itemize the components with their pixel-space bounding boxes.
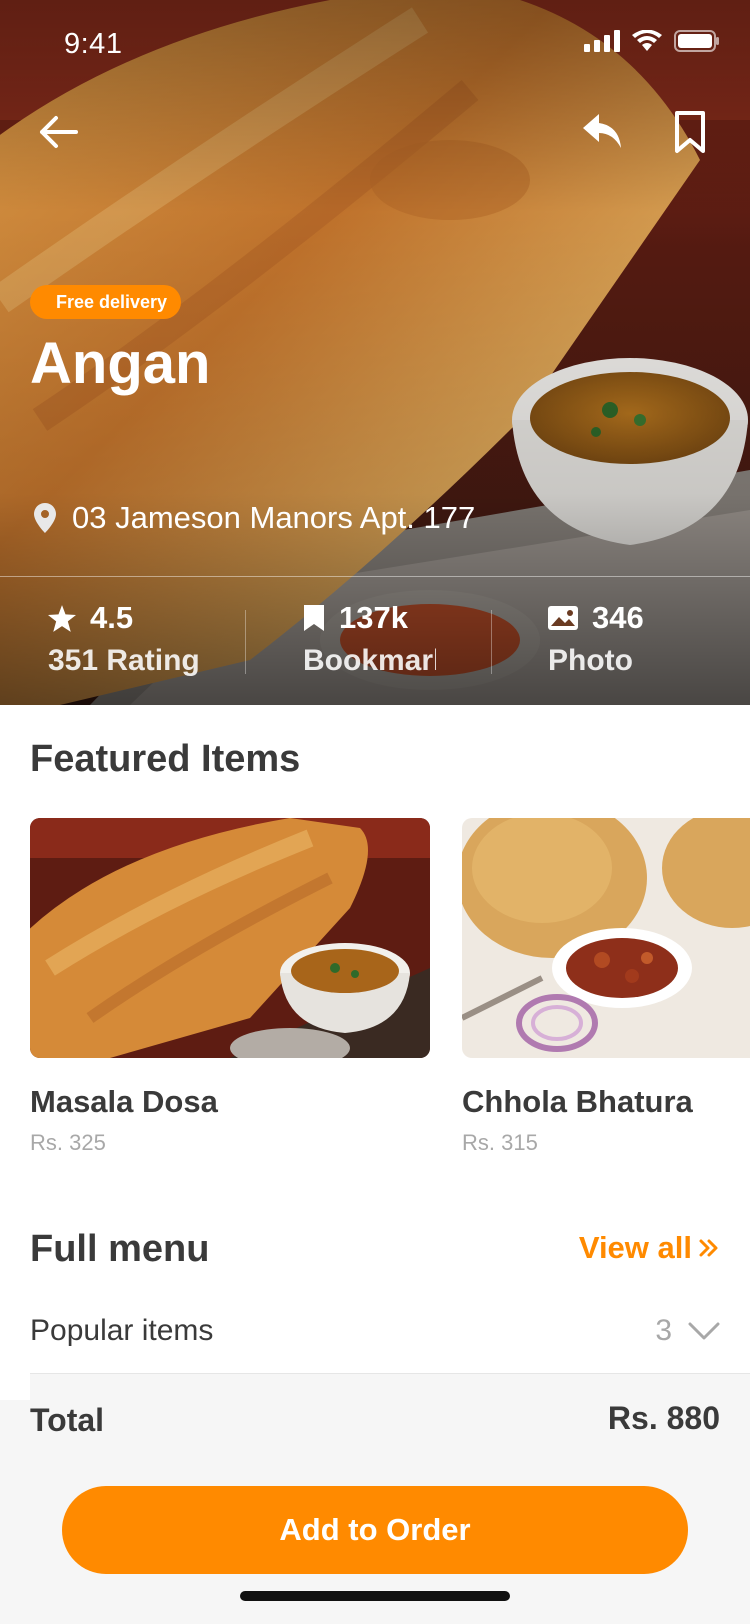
double-chevron-right-icon: [699, 1239, 718, 1257]
status-bar: 9:41: [0, 0, 750, 90]
back-arrow-icon: [40, 116, 78, 148]
item-price: Rs. 325: [30, 1130, 106, 1155]
hero-banner: 9:41 Free delivery Angan 03 Jameson Mano…: [0, 0, 750, 705]
view-all-link[interactable]: View all: [579, 1230, 720, 1266]
status-time: 9:41: [64, 28, 123, 60]
rating-value: 4.5: [90, 600, 134, 635]
bookmark-button[interactable]: [658, 100, 722, 164]
share-reply-icon: [583, 114, 621, 148]
total-label: Total: [30, 1402, 105, 1438]
stat-separator: [491, 610, 492, 674]
photos-label: Photo: [548, 644, 633, 677]
menu-row-label: Popular items: [30, 1314, 214, 1347]
share-button[interactable]: [570, 100, 634, 164]
stats-divider: [0, 576, 750, 577]
stats-bar: 4.5 351 Rating 137k Bookmark 346 Photo: [0, 600, 750, 690]
stat-rating[interactable]: 4.5 351 Rating: [48, 600, 248, 678]
item-price: Rs. 315: [462, 1130, 538, 1155]
add-to-order-button[interactable]: Add to Order: [62, 1486, 688, 1574]
restaurant-address: 03 Jameson Manors Apt. 177: [34, 500, 475, 536]
masala-dosa-image: [30, 818, 430, 1058]
item-name: Masala Dosa: [30, 1084, 218, 1119]
bookmarks-label: Bookmark: [303, 644, 436, 677]
chhola-bhatura-image: [462, 818, 750, 1058]
wifi-icon: [632, 30, 662, 51]
back-button[interactable]: [26, 100, 90, 164]
stat-separator: [245, 610, 246, 674]
menu-row-meta: 3: [655, 1314, 720, 1348]
home-indicator: [240, 1591, 510, 1601]
address-text: 03 Jameson Manors Apt. 177: [72, 500, 476, 535]
cellular-signal-icon: [584, 30, 620, 52]
photo-icon: [548, 606, 578, 630]
bookmark-outline-icon: [675, 111, 705, 153]
restaurant-detail-screen: 9:41 Free delivery Angan 03 Jameson Mano…: [0, 0, 750, 1624]
featured-card-masala-dosa[interactable]: Masala Dosa Rs. 325: [30, 818, 430, 1156]
item-name: Chhola Bhatura: [462, 1084, 693, 1119]
free-delivery-badge: Free delivery: [30, 285, 182, 319]
location-pin-icon: [34, 503, 56, 533]
menu-row-popular-items[interactable]: Popular items 3: [30, 1290, 720, 1372]
featured-card-chhola-bhatura[interactable]: Chhola Bhatura Rs. 315: [462, 818, 750, 1156]
star-icon: [48, 604, 76, 632]
menu-row-count: 3: [655, 1314, 672, 1347]
view-all-label: View all: [578, 1230, 692, 1265]
photos-value: 346: [592, 600, 644, 635]
bookmarks-value: 137k: [339, 600, 408, 635]
restaurant-name: Angan: [30, 331, 211, 396]
chevron-down-icon: [688, 1322, 720, 1340]
rating-label: 351 Rating: [48, 644, 200, 677]
battery-icon: [674, 30, 719, 52]
featured-items-title: Featured Items: [30, 738, 301, 780]
total-value: Rs. 880: [607, 1400, 720, 1436]
full-menu-title: Full menu: [30, 1228, 210, 1270]
stat-bookmarks[interactable]: 137k Bookmark: [303, 600, 436, 678]
stat-photos[interactable]: 346 Photo: [548, 600, 644, 678]
status-icons: [584, 30, 720, 52]
bookmark-icon: [304, 605, 324, 631]
